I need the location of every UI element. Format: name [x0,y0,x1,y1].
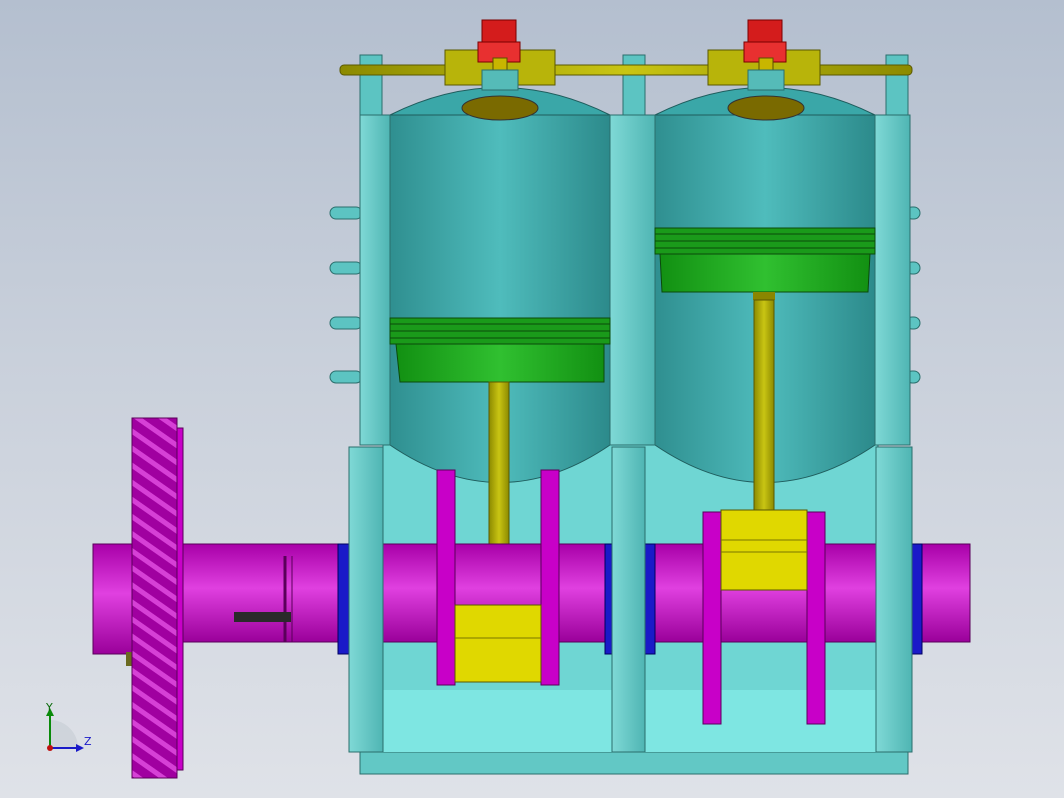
block-wall-right [874,114,911,446]
cooling-fins-left [329,206,363,384]
block-wall-left [359,114,391,446]
piston-2[interactable] [654,227,876,293]
head-post-left [359,54,383,116]
crankpin-bearing-1[interactable] [454,604,542,683]
crankshaft-end-left [92,543,134,655]
block-wall-middle [609,114,656,446]
crankcase-wall-right[interactable] [875,446,913,753]
valve-2[interactable] [743,19,787,91]
axis-z-label: Z [84,735,92,748]
piston-1[interactable] [389,317,611,383]
rocker-shaft[interactable] [339,64,913,76]
seal-1 [337,543,351,655]
seal-4 [911,543,923,655]
base-plate[interactable] [359,751,909,775]
axis-y-label: Y [45,701,53,714]
engine-model[interactable]: Y Z [0,0,1064,798]
cylinder-2-port [727,95,805,121]
keyway [234,612,291,622]
head-post-right [885,54,909,116]
flywheel-gear[interactable] [126,417,184,779]
head-post-middle [622,54,646,116]
crankpin-bearing-2[interactable] [720,509,808,591]
connecting-rod-2[interactable] [753,292,775,546]
seal-3 [644,543,656,655]
valve-1[interactable] [477,19,521,91]
crankcase-wall-middle[interactable] [611,446,646,753]
axis-triad-icon [46,708,84,752]
cad-viewport[interactable]: Y Z [0,0,1064,798]
cylinder-1-port [461,95,539,121]
crankcase-wall-left[interactable] [348,446,384,753]
